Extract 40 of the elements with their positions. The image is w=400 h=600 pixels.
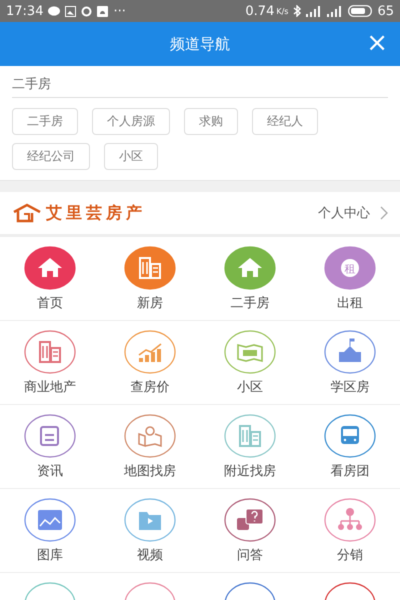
nav-item[interactable]: 二手房	[200, 246, 300, 312]
nav-item[interactable]: 图库	[0, 498, 100, 564]
tag-chip[interactable]: 经纪公司	[12, 143, 90, 170]
signal-icon	[306, 6, 322, 16]
house-logo-icon	[12, 203, 42, 223]
tag-chip[interactable]: 求购	[184, 108, 238, 135]
tag-chip[interactable]: 小区	[104, 143, 158, 170]
nav-item[interactable]: 附近找房	[200, 414, 300, 480]
rent-icon: 租	[324, 246, 376, 290]
bluetooth-icon	[293, 5, 302, 17]
close-button[interactable]: ×	[362, 30, 392, 56]
nav-item[interactable]: 租 出租	[300, 246, 400, 312]
status-more: ···	[113, 4, 126, 18]
personal-center-link[interactable]: 个人中心	[318, 204, 370, 222]
signal-icon	[327, 6, 344, 16]
nav-item[interactable]: 分销	[300, 498, 400, 564]
nav-item[interactable]: 问答	[200, 498, 300, 564]
nav-item[interactable]: 新房	[100, 246, 200, 312]
speed-unit: K/s	[276, 6, 288, 16]
brand-name: 艾里芸房产	[46, 202, 146, 224]
nav-item[interactable]: 地图找房	[100, 414, 200, 480]
network-speed: 0.74	[245, 4, 274, 18]
tag-chip[interactable]: 个人房源	[92, 108, 170, 135]
nav-item[interactable]: 学区房	[300, 330, 400, 396]
image-icon	[65, 6, 76, 16]
nav-item[interactable]: 首页	[0, 246, 100, 312]
nav-item[interactable]: 小区	[200, 330, 300, 396]
page-title: 频道导航	[170, 34, 230, 54]
tag-chip[interactable]: 二手房	[12, 108, 78, 135]
nav-item[interactable]: 资讯	[0, 414, 100, 480]
nav-item[interactable]: 商业地产	[0, 330, 100, 396]
battery-level: 65	[377, 4, 394, 18]
chat-icon	[48, 6, 60, 16]
nav-item[interactable]: 看房团	[300, 414, 400, 480]
tag-chip[interactable]: 经纪人	[252, 108, 318, 135]
chevron-right-icon	[380, 206, 388, 220]
status-time: 17:34	[6, 4, 44, 18]
battery-icon	[348, 5, 372, 17]
nav-item[interactable]: 查房价	[100, 330, 200, 396]
nav-item[interactable]: 视频	[100, 498, 200, 564]
